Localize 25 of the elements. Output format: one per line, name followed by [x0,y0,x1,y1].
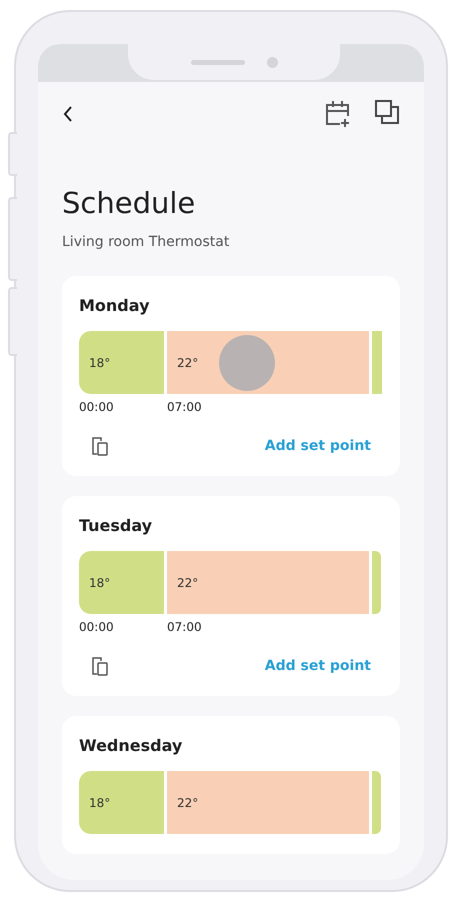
add-calendar-button[interactable] [324,99,352,129]
calendar-plus-icon [324,99,352,129]
copy-icon [91,436,109,456]
page-title: Schedule [62,186,196,220]
time-label: 07:00 [167,400,202,414]
temperature-segment[interactable]: 18° [79,551,164,614]
time-label: 00:00 [79,620,114,634]
chevron-left-icon [62,105,74,123]
copy-day-button[interactable] [91,436,109,456]
camera-icon [266,56,278,68]
day-name: Wednesday [79,736,184,755]
copy-icon [91,656,109,676]
page-subtitle: Living room Thermostat [62,234,230,250]
temperature-segment[interactable]: 22° [167,551,369,614]
speaker-icon [190,60,244,64]
copy-icon [374,99,400,125]
time-label: 00:00 [79,400,114,414]
temperature-segment[interactable]: 22° [167,771,369,834]
back-button[interactable] [62,105,74,123]
time-label: 07:00 [167,620,202,634]
temperature-segment[interactable]: 18° [79,331,164,394]
day-name: Monday [79,296,150,315]
day-name: Tuesday [79,516,154,535]
copy-day-button[interactable] [91,656,109,676]
temperature-segment[interactable]: 18° [79,771,164,834]
